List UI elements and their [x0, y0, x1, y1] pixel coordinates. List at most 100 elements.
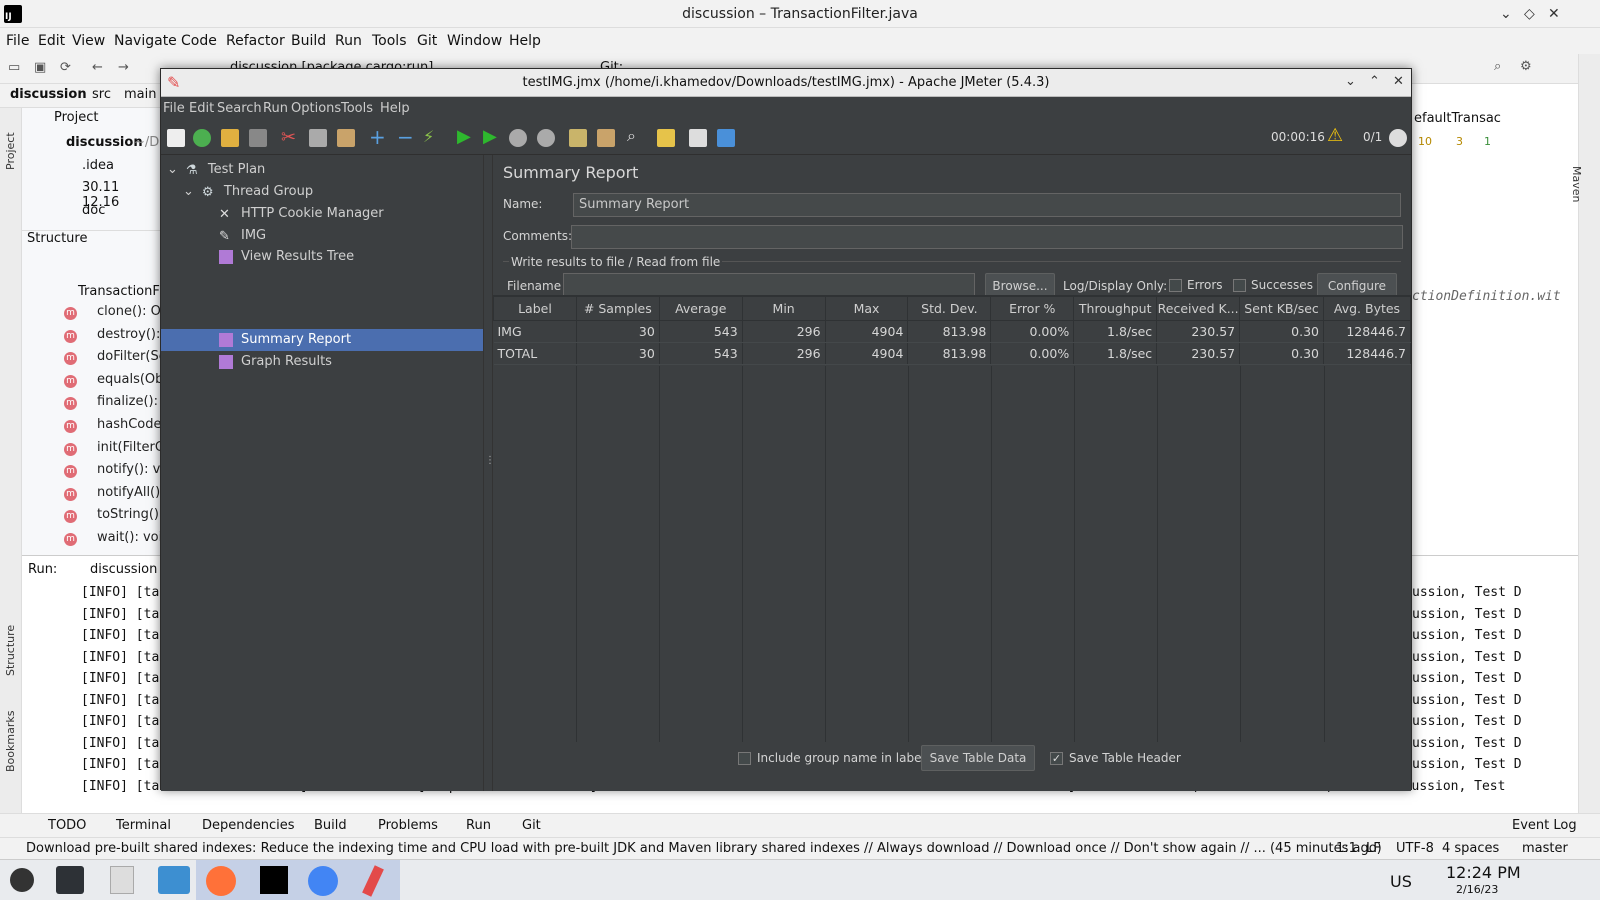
project-item-doc[interactable]: doc [82, 203, 105, 218]
jmeter-menu-edit[interactable]: Edit [189, 101, 214, 116]
search-icon[interactable]: ⌕ [1494, 59, 1501, 74]
column-header[interactable]: Error % [990, 296, 1075, 321]
breadcrumb-main[interactable]: main [124, 87, 156, 102]
jmeter-menu-help[interactable]: Help [380, 101, 410, 116]
taskbar-active-firefox[interactable] [196, 860, 248, 900]
taskbar-active-intellij[interactable] [248, 860, 300, 900]
save-table-data-button[interactable]: Save Table Data [921, 745, 1035, 771]
breadcrumb-project[interactable]: discussion [10, 87, 87, 102]
tree-summary-report[interactable]: Summary Report [219, 329, 351, 350]
new-icon[interactable] [167, 129, 185, 147]
jmeter-menu-options[interactable]: Options [291, 101, 341, 116]
tab-dependencies[interactable]: Dependencies [202, 818, 295, 833]
tree-view-results[interactable]: View Results Tree [219, 246, 354, 267]
tree-img-sampler[interactable]: ✎ IMG [219, 225, 266, 246]
open-folder-icon[interactable]: ▭ [8, 60, 20, 75]
tab-problems[interactable]: Problems [378, 818, 438, 833]
search-icon-jm[interactable]: ⌕ [627, 126, 636, 146]
paste-icon[interactable] [337, 129, 355, 147]
successes-checkbox[interactable] [1233, 279, 1246, 292]
structure-item[interactable]: m equals(Ob [64, 372, 163, 388]
templates-icon[interactable] [193, 129, 211, 147]
menu-tools[interactable]: Tools [372, 33, 407, 49]
jmeter-menu-tools[interactable]: Tools [341, 101, 373, 116]
save-table-header-checkbox[interactable]: ✓ [1050, 752, 1063, 765]
maximize-icon[interactable]: ◇ [1524, 6, 1535, 22]
table-row[interactable]: IMG 30 543 296 4904 813.98 0.00% 1.8/sec 230.57 0… [493, 320, 1412, 343]
open-icon[interactable] [221, 129, 239, 147]
menu-navigate[interactable]: Navigate [114, 33, 177, 49]
structure-item[interactable]: m hashCode [64, 417, 162, 433]
back-icon[interactable]: ← [92, 60, 103, 75]
forward-icon[interactable]: → [118, 60, 129, 75]
shutdown-icon[interactable] [537, 129, 555, 147]
column-header[interactable]: Received K... [1156, 296, 1241, 321]
inspection-warnings[interactable]: 10 [1418, 135, 1432, 148]
expand-icon[interactable]: + [369, 125, 386, 149]
close-icon[interactable]: ✕ [1548, 6, 1560, 22]
inspection-weak[interactable]: 3 [1456, 135, 1463, 148]
structure-item[interactable]: m destroy(): [64, 327, 160, 343]
help-icon[interactable] [717, 129, 735, 147]
split-divider[interactable]: ⋮ [483, 155, 495, 791]
jmeter-minimize-icon[interactable]: ⌄ [1345, 74, 1356, 89]
project-tool-tab[interactable]: Project [4, 132, 17, 170]
collapse-icon[interactable]: − [397, 125, 414, 149]
menu-refactor[interactable]: Refactor [226, 33, 285, 49]
keyboard-layout[interactable]: US [1390, 872, 1412, 891]
structure-item[interactable]: m doFilter(Se [64, 349, 167, 366]
structure-item[interactable]: m init(FilterC [64, 440, 164, 456]
status-branch[interactable]: master [1522, 841, 1568, 856]
menu-window[interactable]: Window [447, 33, 502, 49]
structure-item[interactable]: m clone(): Ob [64, 304, 169, 320]
start-icon[interactable]: ▶ [457, 126, 471, 147]
text-editor-icon[interactable] [110, 866, 134, 894]
copy-icon[interactable] [309, 129, 327, 147]
column-header[interactable]: # Samples [575, 296, 660, 321]
jmeter-menu-search[interactable]: Search [217, 101, 262, 116]
project-root[interactable]: discussion [66, 135, 143, 150]
jmeter-menu-run[interactable]: Run [263, 101, 288, 116]
tab-build[interactable]: Build [314, 818, 347, 833]
menu-build[interactable]: Build [291, 33, 326, 49]
warning-icon[interactable]: ⚠ [1327, 125, 1343, 146]
app-launcher-icon[interactable] [10, 868, 34, 892]
project-panel-title[interactable]: Project [54, 110, 98, 125]
column-header[interactable]: Sent KB/sec [1239, 296, 1324, 321]
taskbar-active-chrome[interactable] [298, 860, 350, 900]
column-header[interactable]: Throughput [1073, 296, 1158, 321]
include-group-checkbox[interactable] [738, 752, 751, 765]
table-row[interactable]: TOTAL 30 543 296 4904 813.98 0.00% 1.8/sec 230.5… [493, 342, 1412, 365]
tree-test-plan[interactable]: ⌄ ⚗ Test Plan [167, 159, 265, 180]
status-position[interactable]: 1:1 [1336, 841, 1357, 856]
sync-icon[interactable]: ⟳ [60, 60, 71, 75]
structure-item[interactable]: m notifyAll(): [64, 485, 165, 501]
remote-icon[interactable] [1389, 129, 1407, 147]
function-helper-icon[interactable] [689, 129, 707, 147]
comments-field[interactable] [571, 225, 1403, 249]
clear-icon[interactable] [569, 129, 587, 147]
bookmarks-tool-tab[interactable]: Bookmarks [4, 711, 17, 772]
event-log[interactable]: Event Log [1512, 818, 1577, 833]
tab-todo[interactable]: TODO [48, 818, 86, 833]
column-header[interactable]: Average [658, 296, 743, 321]
inspection-ok[interactable]: 1 [1484, 135, 1491, 148]
maven-tool-tab[interactable]: Maven [1570, 166, 1583, 202]
taskbar-active-jmeter[interactable] [348, 860, 400, 900]
clear-all-icon[interactable] [597, 129, 615, 147]
structure-item[interactable]: m wait(): voi [64, 530, 162, 546]
tab-run[interactable]: Run [466, 818, 491, 833]
column-header[interactable]: Max [824, 296, 909, 321]
status-line-sep[interactable]: LF [1366, 841, 1381, 856]
tab-git[interactable]: Git [522, 818, 541, 833]
jmeter-maximize-icon[interactable]: ⌃ [1369, 74, 1380, 89]
tree-thread-group[interactable]: ⌄ ⚙ Thread Group [183, 181, 313, 202]
status-indent[interactable]: 4 spaces [1442, 841, 1499, 856]
gear-icon[interactable]: ⚙ [1520, 59, 1532, 74]
column-header[interactable]: Label [493, 296, 577, 321]
menu-edit[interactable]: Edit [38, 33, 65, 49]
start-no-pauses-icon[interactable]: ▶ [483, 126, 497, 147]
menu-code[interactable]: Code [181, 33, 217, 49]
structure-item[interactable]: m finalize(): v [64, 394, 170, 411]
save-icon[interactable]: ▣ [34, 60, 46, 75]
